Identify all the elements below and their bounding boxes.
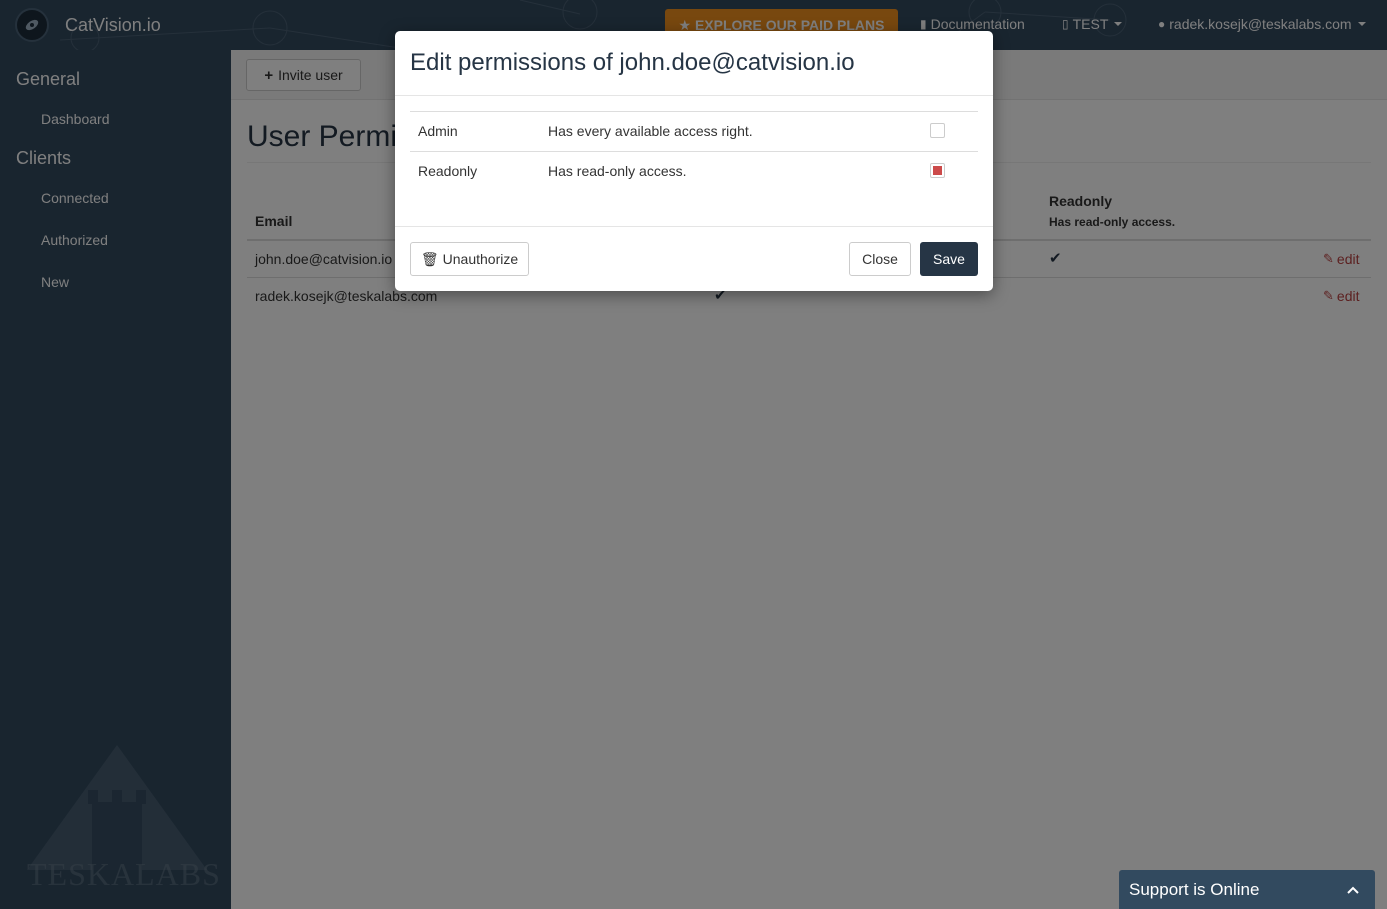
unauthorize-button[interactable]: 🗑 Unauthorize — [410, 242, 529, 276]
support-chat-widget[interactable]: Support is Online — [1119, 870, 1375, 909]
permission-description: Has read-only access. — [548, 163, 687, 179]
chevron-up-icon — [1347, 886, 1359, 894]
readonly-checkbox[interactable] — [930, 163, 945, 178]
edit-permissions-modal: Edit permissions of john.doe@catvision.i… — [395, 31, 993, 291]
support-label: Support is Online — [1129, 879, 1260, 899]
permission-name: Readonly — [418, 163, 478, 179]
permission-description: Has every available access right. — [548, 123, 753, 139]
unauthorize-label: Unauthorize — [442, 251, 519, 267]
trash-icon: 🗑 — [420, 250, 439, 267]
permission-name: Admin — [418, 123, 458, 139]
modal-footer: 🗑 Unauthorize Close Save — [395, 226, 993, 291]
admin-checkbox[interactable] — [930, 123, 945, 138]
save-button[interactable]: Save — [920, 242, 978, 276]
modal-title: Edit permissions of john.doe@catvision.i… — [410, 49, 855, 76]
permission-row-readonly: Readonly Has read-only access. — [410, 151, 978, 191]
modal-header: Edit permissions of john.doe@catvision.i… — [395, 31, 993, 96]
close-button[interactable]: Close — [849, 242, 911, 276]
permission-row-admin: Admin Has every available access right. — [410, 111, 978, 151]
